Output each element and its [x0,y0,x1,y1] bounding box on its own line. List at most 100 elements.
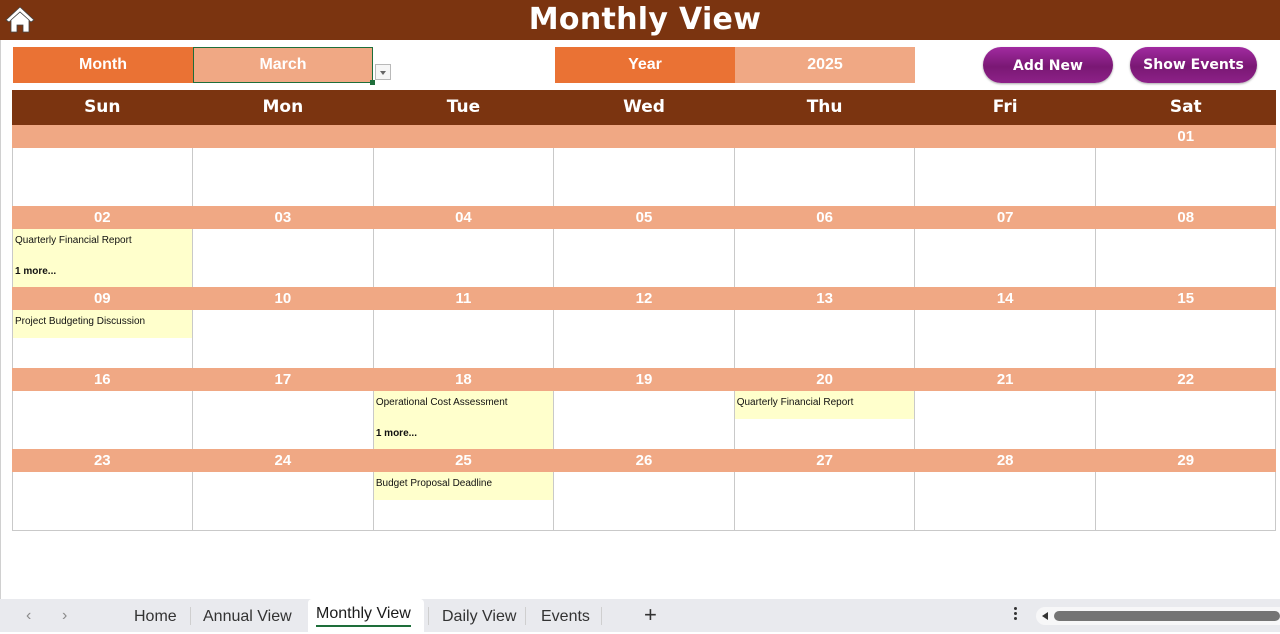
calendar-week: 01 [12,125,1276,206]
event-item[interactable]: Project Budgeting Discussion [13,310,193,338]
day-cell[interactable]: Budget Proposal Deadline [372,472,554,530]
scroll-left-arrow[interactable] [1042,612,1048,620]
day-cell[interactable] [914,472,1095,530]
more-events-link[interactable]: 1 more... [376,428,417,439]
date-number: 02 [93,209,111,226]
sheet-tab-home[interactable]: Home [126,599,185,632]
day-cells-row: Operational Cost Assessment 1 more... Quar… [12,391,1276,449]
weekday-wed: Wed [623,97,665,117]
title-bar: Monthly View [0,0,1280,40]
day-cells-row: Project Budgeting Discussion [12,310,1276,368]
date-number: 11 [455,290,472,307]
date-number: 13 [816,290,833,307]
add-sheet-button[interactable]: + [644,602,657,628]
day-cell[interactable]: Project Budgeting Discussion [12,310,193,368]
event-title: Quarterly Financial Report [736,397,854,408]
date-number: 14 [996,290,1014,307]
add-new-button[interactable]: Add New [983,47,1113,83]
day-cell[interactable] [192,310,373,368]
date-number: 05 [635,209,653,226]
day-cell[interactable] [1094,391,1276,449]
event-title: Project Budgeting Discussion [15,316,146,327]
day-cell[interactable] [733,229,915,287]
day-cell[interactable] [553,148,734,206]
day-cell[interactable] [553,472,734,530]
day-cell[interactable] [192,391,373,449]
day-cell[interactable] [733,148,915,206]
day-cell[interactable] [12,472,193,530]
month-select[interactable]: March [193,47,373,83]
weekday-thu: Thu [806,97,843,117]
more-events-link[interactable]: 1 more... [15,266,56,277]
sheet-tab-monthly-view[interactable]: Monthly View [308,599,424,632]
event-title: Operational Cost Assessment [375,397,508,408]
date-number: 17 [274,371,292,388]
day-cell[interactable] [553,310,734,368]
day-cell[interactable] [733,472,915,530]
day-cell[interactable]: Operational Cost Assessment 1 more... [372,391,554,449]
day-cell[interactable] [192,472,373,530]
date-number: 08 [1177,209,1195,226]
date-number: 25 [455,452,472,469]
calendar-weeks: 01 02 03 04 05 06 07 08 Quarterly Financial Repo… [12,125,1276,531]
event-item[interactable]: Operational Cost Assessment 1 more... [373,391,554,449]
selection-handle[interactable] [370,80,375,85]
year-label: Year [555,47,735,83]
prev-sheet-arrow[interactable]: ‹ [26,607,31,625]
date-number: 28 [996,452,1014,469]
horizontal-scrollbar[interactable] [1036,607,1280,625]
day-cell[interactable] [1094,148,1276,206]
date-number: 24 [274,452,292,469]
day-cell[interactable] [914,391,1095,449]
date-number: 20 [816,371,833,388]
day-cell[interactable] [192,148,373,206]
day-cell[interactable] [372,148,554,206]
date-number [554,125,735,148]
date-number: 10 [274,290,292,307]
event-title: Quarterly Financial Report [15,235,132,246]
event-item[interactable]: Quarterly Financial Report [734,391,915,419]
date-number [12,125,193,148]
day-cell[interactable] [733,310,915,368]
sheet-edge [0,40,1,600]
event-item[interactable]: Budget Proposal Deadline [373,472,554,500]
day-cell[interactable] [914,229,1095,287]
show-events-button[interactable]: Show Events [1130,47,1257,83]
day-cell[interactable]: Quarterly Financial Report 1 more... [12,229,193,287]
sheet-tab-annual-view[interactable]: Annual View [195,599,300,632]
sheet-tab-daily-view[interactable]: Daily View [434,599,524,632]
event-item[interactable]: Quarterly Financial Report 1 more... [13,229,193,287]
day-cell[interactable] [553,229,734,287]
scrollbar-thumb[interactable] [1054,611,1280,621]
day-cell[interactable] [914,148,1095,206]
day-cell[interactable] [12,391,193,449]
weekday-sat: Sat [1169,97,1202,117]
year-select[interactable]: 2025 [735,47,915,83]
day-cell[interactable] [1094,472,1276,530]
day-cell[interactable] [914,310,1095,368]
date-number: 06 [816,209,833,226]
date-number: 04 [455,209,472,226]
day-cell[interactable]: Quarterly Financial Report [733,391,915,449]
sheet-tab-events[interactable]: Events [533,599,598,632]
day-cell[interactable] [372,310,554,368]
tab-divider [601,607,602,625]
day-cell[interactable] [553,391,734,449]
date-number: 07 [996,209,1014,226]
day-cell[interactable] [1094,229,1276,287]
day-cell[interactable] [12,148,193,206]
calendar-week: 09 10 11 12 13 14 15 Project Budgeting Discussi… [12,287,1276,368]
date-number: 15 [1177,290,1195,307]
date-strip: 01 [12,125,1276,148]
day-cell[interactable] [1094,310,1276,368]
next-sheet-arrow[interactable]: › [62,607,67,625]
day-cell[interactable] [192,229,373,287]
calendar-week: 16 17 18 19 20 21 22 Operational Cost Assessmen… [12,368,1276,449]
month-dropdown-button[interactable] [375,64,391,80]
date-strip: 09 10 11 12 13 14 15 [12,287,1276,310]
more-options-icon[interactable] [1014,607,1018,622]
date-strip: 02 03 04 05 06 07 08 [12,206,1276,229]
day-cell[interactable] [372,229,554,287]
date-number [373,125,554,148]
tab-divider [190,607,191,625]
